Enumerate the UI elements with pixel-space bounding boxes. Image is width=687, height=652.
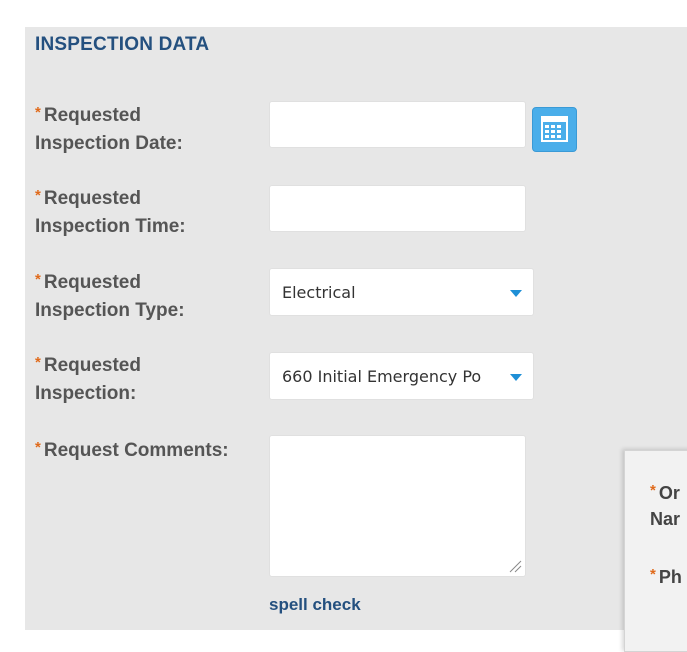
spell-check-link[interactable]: spell check <box>269 595 361 615</box>
label-line-1: Requested <box>43 272 141 293</box>
label-line-1: Requested <box>43 355 141 376</box>
section-title: INSPECTION DATA <box>35 34 210 55</box>
selected-value: 660 Initial Emergency Po <box>282 367 482 386</box>
label-line-2: Nar <box>650 509 681 529</box>
request-comments-textarea[interactable] <box>269 435 526 577</box>
calendar-icon <box>541 116 568 142</box>
label-line-1: Or <box>658 483 680 503</box>
requested-inspection-type-label: * Requested Inspection Type: <box>35 266 185 325</box>
resize-handle-icon[interactable] <box>508 559 522 573</box>
chevron-down-icon <box>510 374 522 381</box>
overlay-field-label-2: * Ph <box>650 562 682 590</box>
label-line-1: Requested <box>43 105 141 126</box>
selected-value: Electrical <box>282 283 356 302</box>
required-marker: * <box>35 439 41 456</box>
required-marker: * <box>35 354 41 371</box>
required-marker: * <box>650 566 656 583</box>
label-line-1: Requested <box>43 188 141 209</box>
label-text: Ph <box>658 567 682 587</box>
required-marker: * <box>650 482 656 499</box>
requested-inspection-type-select[interactable]: Electrical <box>269 268 534 316</box>
requested-inspection-select[interactable]: 660 Initial Emergency Po <box>269 352 534 400</box>
label-line-2: Inspection Date: <box>35 133 183 154</box>
overlay-field-label-1: * Or Nar <box>650 478 680 532</box>
label-line-2: Inspection Time: <box>35 216 186 237</box>
chevron-down-icon <box>510 290 522 297</box>
required-marker: * <box>35 271 41 288</box>
label-line-2: Inspection: <box>35 383 137 404</box>
required-marker: * <box>35 187 41 204</box>
label-line-2: Inspection Type: <box>35 300 185 321</box>
required-marker: * <box>35 104 41 121</box>
requested-inspection-time-label: * Requested Inspection Time: <box>35 182 186 241</box>
requested-inspection-date-label: * Requested Inspection Date: <box>35 99 183 158</box>
calendar-button[interactable] <box>532 107 577 152</box>
request-comments-label: * Request Comments: <box>35 434 229 465</box>
requested-inspection-time-input[interactable] <box>269 185 526 232</box>
requested-inspection-date-input[interactable] <box>269 101 526 148</box>
requested-inspection-label: * Requested Inspection: <box>35 349 141 408</box>
label-text: Request Comments: <box>43 440 229 461</box>
